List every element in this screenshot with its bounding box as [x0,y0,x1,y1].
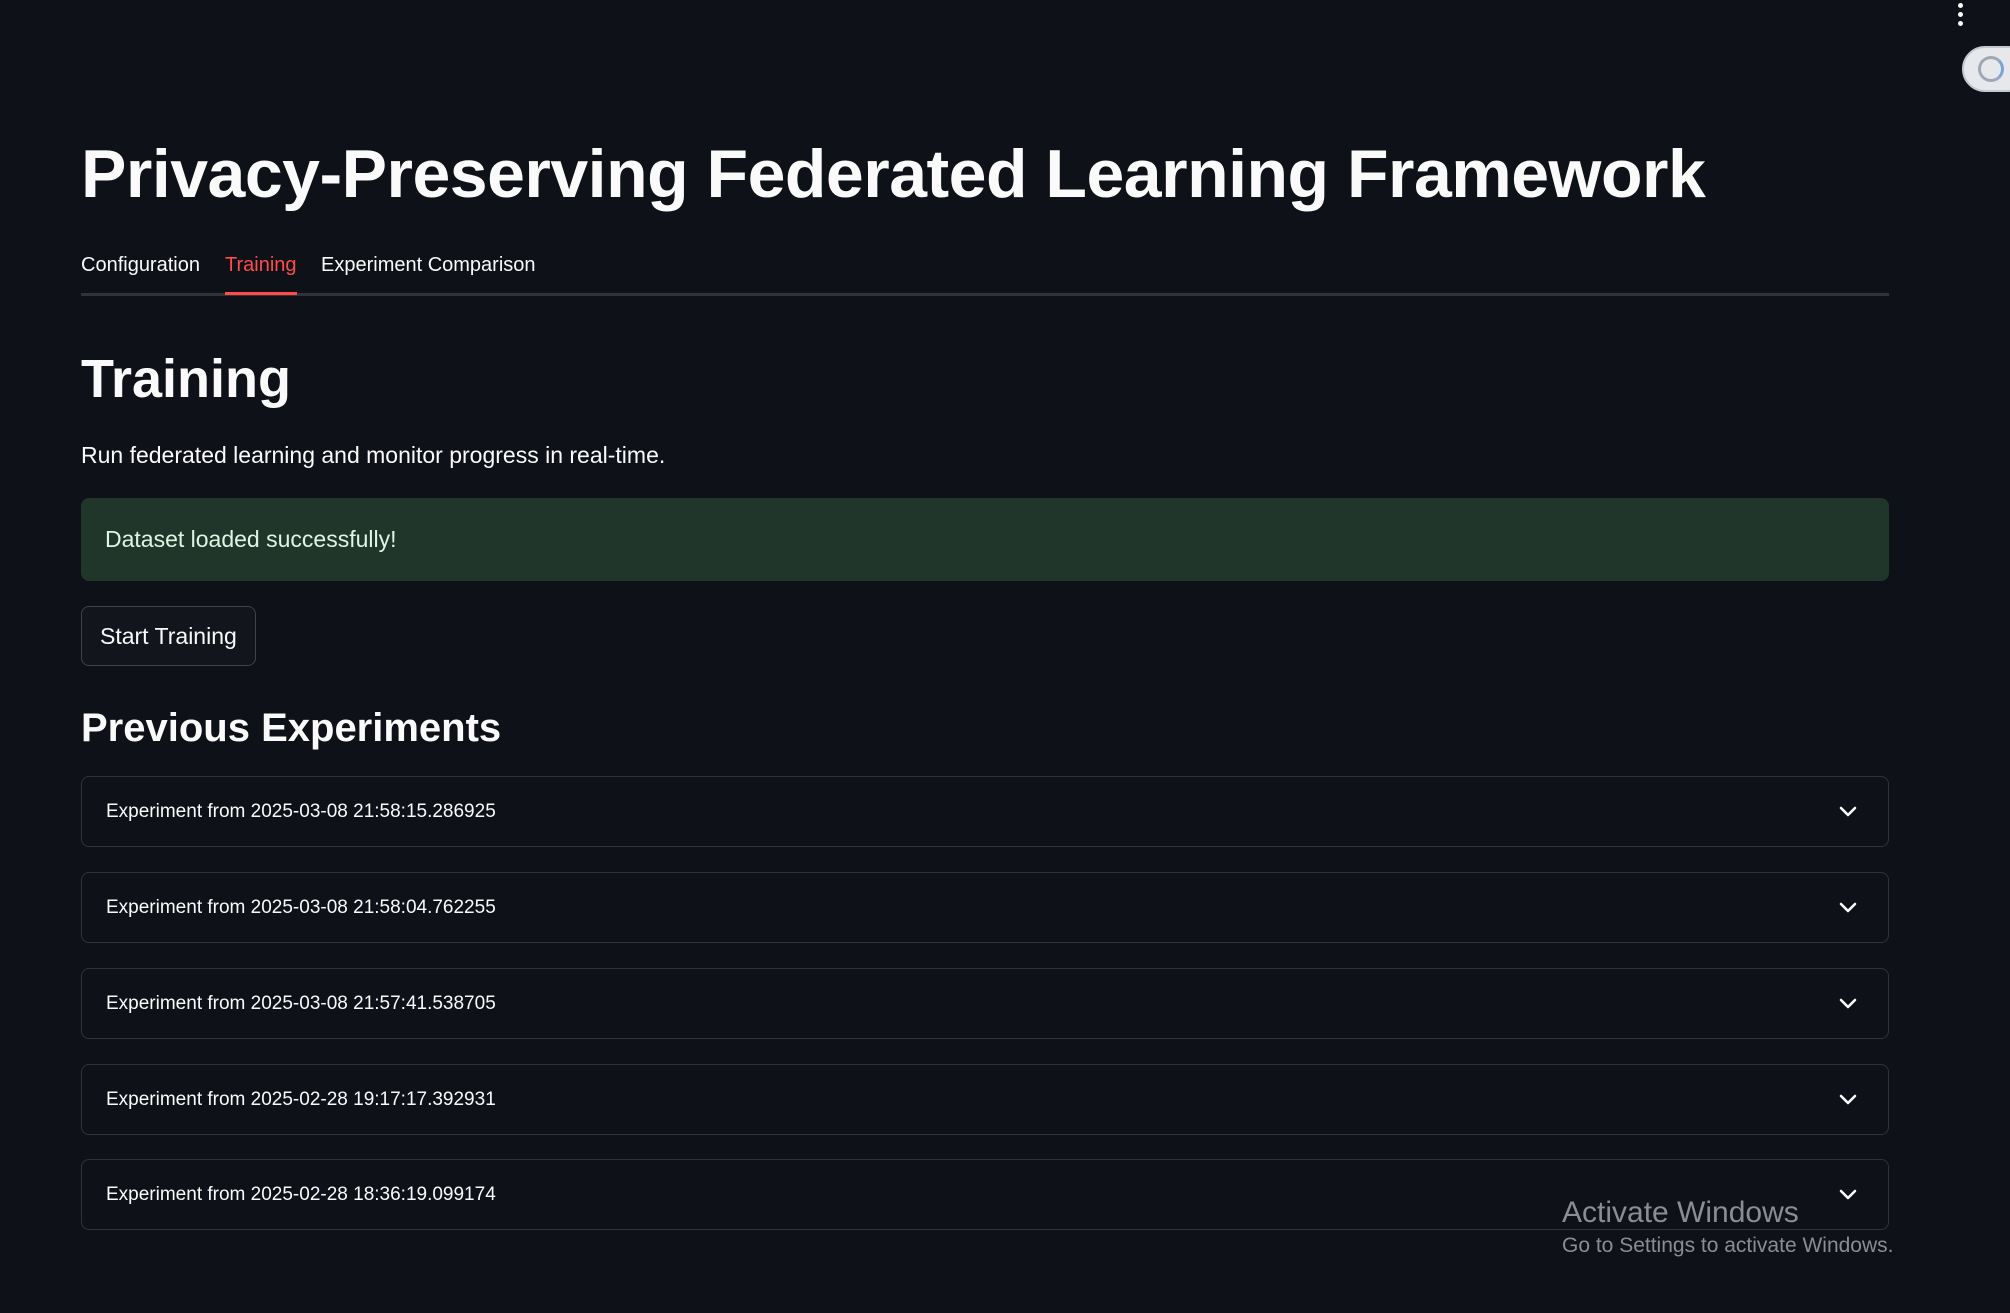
tab-experiment-comparison[interactable]: Experiment Comparison [321,252,536,278]
watermark-subtitle: Go to Settings to activate Windows. [1562,1234,1894,1257]
expander-label: Experiment from 2025-03-08 21:58:15.2869… [106,800,496,822]
expander-label: Experiment from 2025-02-28 18:36:19.0991… [106,1183,496,1205]
expander-label: Experiment from 2025-02-28 19:17:17.3929… [106,1088,496,1110]
page-title: Privacy-Preserving Federated Learning Fr… [81,136,1706,212]
app-page: Privacy-Preserving Federated Learning Fr… [0,0,2010,1313]
expander-label: Experiment from 2025-03-08 21:58:04.7622… [106,896,496,918]
chevron-down-icon [1836,800,1860,824]
tab-training[interactable]: Training [225,252,297,295]
experiment-expander[interactable]: Experiment from 2025-03-08 21:58:04.7622… [81,872,1889,943]
tab-configuration[interactable]: Configuration [81,252,200,278]
dot [1957,2,1963,8]
section-description: Run federated learning and monitor progr… [81,442,666,468]
tab-bar: Configuration Training Experiment Compar… [81,238,1889,296]
subsection-heading: Previous Experiments [81,706,502,750]
start-training-button[interactable]: Start Training [81,606,256,666]
more-vertical-icon[interactable] [1950,0,1970,28]
expander-label: Experiment from 2025-03-08 21:57:41.5387… [106,992,496,1014]
experiment-expander[interactable]: Experiment from 2025-02-28 19:17:17.3929… [81,1064,1889,1135]
running-status-icon[interactable] [1962,46,2010,92]
experiment-expander[interactable]: Experiment from 2025-03-08 21:57:41.5387… [81,968,1889,1039]
dot [1957,20,1963,26]
section-heading: Training [81,349,292,409]
alert-text: Dataset loaded successfully! [105,526,397,552]
experiment-expander[interactable]: Experiment from 2025-03-08 21:58:15.2869… [81,776,1889,847]
experiment-expander[interactable]: Experiment from 2025-02-28 18:36:19.0991… [81,1159,1889,1230]
chevron-down-icon [1836,1183,1860,1207]
spinner-icon [1978,56,2004,82]
chevron-down-icon [1836,1088,1860,1112]
dot [1957,11,1963,17]
chevron-down-icon [1836,896,1860,920]
chevron-down-icon [1836,992,1860,1016]
success-alert: Dataset loaded successfully! [81,498,1889,581]
